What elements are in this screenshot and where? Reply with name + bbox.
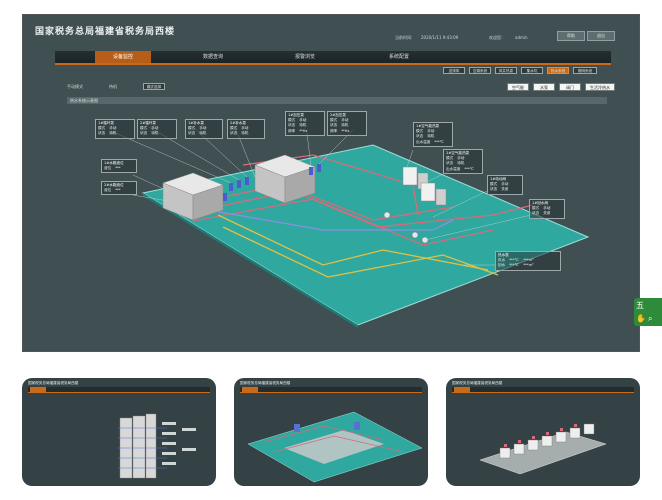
pump3-mode-label: 模式 xyxy=(188,126,196,131)
tank1-level-value: *** xyxy=(115,166,121,171)
pump2-panel[interactable]: 2#循环泵 模式 手动 状态 待机 xyxy=(137,119,177,139)
side-widget-text: 五 xyxy=(636,301,644,310)
pump1-status-label: 状态 xyxy=(98,131,106,136)
air1-status-label: 状态 xyxy=(416,134,424,139)
status-labels xyxy=(162,422,196,465)
thumbnail-2[interactable]: 国家税务总局福建省税务局西楼 xyxy=(234,378,428,486)
pump6-freq-label: 频率 xyxy=(330,128,338,133)
hotwater-supply-label: 供水 xyxy=(498,258,506,263)
valve2-status-label: 状态 xyxy=(532,211,540,216)
valve2-panel[interactable]: 1#回水阀 模式 手动 状态 关闭 xyxy=(529,199,565,219)
air1-temp-value: ***℃ xyxy=(434,139,444,144)
air1-panel[interactable]: 1#空气能热泵 模式 手动 状态 待机 出水温度 ***℃ xyxy=(413,122,453,147)
hotwater-return-label: 回水 xyxy=(498,263,506,268)
pump1-mode-label: 模式 xyxy=(98,126,106,131)
pump4-panel[interactable]: 2#补水泵 模式 手动 状态 待机 xyxy=(227,119,265,139)
pump3-status-label: 状态 xyxy=(188,131,196,136)
hot-water-meter-panel[interactable]: 热水表 供水 ***℃ ***m³ 回水 ***℃ ***m³ xyxy=(495,251,561,271)
pump6-freq-value: **Hz xyxy=(341,128,350,133)
pump3-panel[interactable]: 1#补水泵 模式 手动 状态 待机 xyxy=(185,119,223,139)
air2-temp-label: 出水温度 xyxy=(446,166,461,171)
hand-icon[interactable]: ✋ xyxy=(636,314,646,323)
pump2-mode-label: 模式 xyxy=(140,126,148,131)
valve1-panel[interactable]: 1#电动阀 模式 手动 状态 关闭 xyxy=(487,175,523,195)
valve2-mode-label: 模式 xyxy=(532,206,540,211)
tank2-level-value: *** xyxy=(115,188,121,193)
main-screenshot: 国家税务总局福建省税务局西楼 当前时间: 2020/1/11 9:43:09 欢… xyxy=(22,14,640,352)
thumbnail-3-scene xyxy=(479,423,607,475)
pump5-freq-value: **Hz xyxy=(299,128,308,133)
tank1-level-label: 液位 xyxy=(104,166,112,171)
side-widget[interactable]: 五 ✋ ⌕ xyxy=(634,298,662,326)
pump6-panel[interactable]: 2#加压泵 模式 手动 状态 待机 频率 **Hz xyxy=(327,111,367,136)
pump1-status-value: 待机 xyxy=(109,131,117,136)
thumbnail-3[interactable]: 国家税务总局福建省税务局西楼 xyxy=(446,378,640,486)
pump6-mode-label: 模式 xyxy=(330,118,338,123)
hotwater-return-volume: ***m³ xyxy=(523,263,534,268)
pump3-status-value: 待机 xyxy=(199,131,207,136)
air1-temp-label: 出水温度 xyxy=(416,139,431,144)
air2-panel[interactable]: 2#空气能热泵 模式 手动 状态 待机 出水温度 ***℃ xyxy=(443,149,483,174)
pump2-status-label: 状态 xyxy=(140,131,148,136)
pump4-mode-label: 模式 xyxy=(230,126,238,131)
air2-status-label: 状态 xyxy=(446,161,454,166)
side-widget-icons: ✋ ⌕ xyxy=(636,313,652,324)
building-floors xyxy=(119,413,157,479)
air1-mode-label: 模式 xyxy=(416,129,424,134)
valve1-status-label: 状态 xyxy=(490,187,498,192)
tank1-panel[interactable]: 1#水箱液位 液位 *** xyxy=(101,159,137,174)
air2-mode-label: 模式 xyxy=(446,156,454,161)
thumbnail-2-scene xyxy=(247,411,423,483)
pump5-status-label: 状态 xyxy=(288,123,296,128)
pump4-status-value: 待机 xyxy=(241,131,249,136)
pump2-status-value: 待机 xyxy=(151,131,159,136)
valve2-status-value: 关闭 xyxy=(543,211,551,216)
pump1-panel[interactable]: 1#循环泵 模式 手动 状态 待机 xyxy=(95,119,135,139)
search-icon[interactable]: ⌕ xyxy=(648,314,652,323)
pump5-mode-label: 模式 xyxy=(288,118,296,123)
valve1-status-value: 关闭 xyxy=(501,187,509,192)
pump6-status-label: 状态 xyxy=(330,123,338,128)
thumbnail-1[interactable]: 国家税务总局福建省税务局西楼 xyxy=(22,378,216,486)
air2-temp-value: ***℃ xyxy=(464,166,474,171)
valve1-mode-label: 模式 xyxy=(490,182,498,187)
pump5-freq-label: 频率 xyxy=(288,128,296,133)
pump5-panel[interactable]: 1#加压泵 模式 手动 状态 待机 频率 **Hz xyxy=(285,111,325,136)
hotwater-return-temp: ***℃ xyxy=(509,263,519,268)
tank2-level-label: 液位 xyxy=(104,188,112,193)
thumbnail-1-scene xyxy=(118,413,196,479)
tank2-panel[interactable]: 2#水箱液位 液位 *** xyxy=(101,181,137,196)
pump4-status-label: 状态 xyxy=(230,131,238,136)
